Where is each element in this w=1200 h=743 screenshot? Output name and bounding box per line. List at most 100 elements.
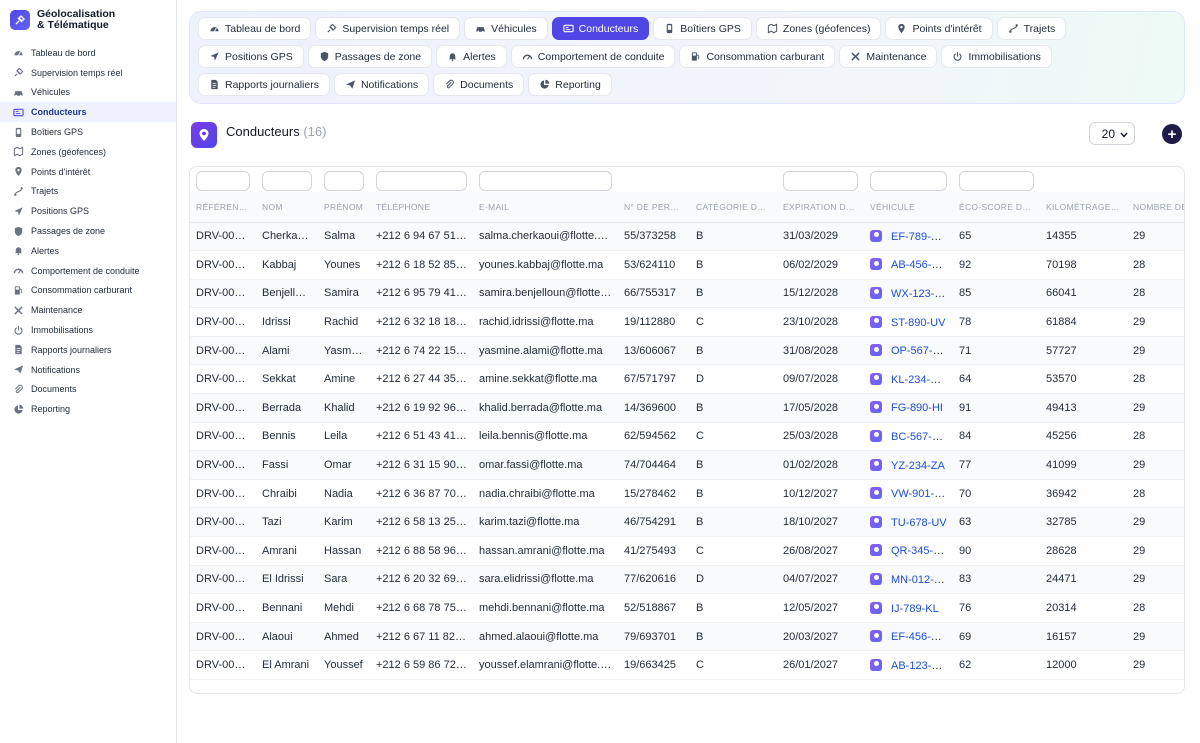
sidebar-item-tableau-de-bord[interactable]: Tableau de bord xyxy=(0,43,176,63)
tab-points-d-interet[interactable]: Points d'intérêt xyxy=(885,17,993,40)
table-row[interactable]: DRV-00112 Alami Yasmine +212 6 74 22 15 10 y… xyxy=(190,336,1184,366)
sidebar-item-documents[interactable]: Documents xyxy=(0,380,176,400)
vehicle-plate-link[interactable]: AB-123-CD xyxy=(891,660,947,672)
table-row[interactable]: DRV-00111 Sekkat Amine +212 6 27 44 35 20 am… xyxy=(190,364,1184,395)
tab-notifications[interactable]: Notifications xyxy=(333,73,430,96)
driver-reference-link[interactable]: DRV-00106 xyxy=(190,507,256,538)
column-header[interactable]: RÉFÉRENCE xyxy=(190,192,256,223)
driver-reference-link[interactable]: DRV-00105 xyxy=(190,536,256,566)
table-row[interactable]: DRV-00102 Alaoui Ahmed +212 6 67 11 82 65 ah… xyxy=(190,622,1184,652)
vehicle-plate-link[interactable]: ST-890-UV xyxy=(891,317,945,329)
column-filter-input[interactable] xyxy=(262,171,312,191)
table-row[interactable]: DRV-00106 Tazi Karim +212 6 58 13 25 99 kari… xyxy=(190,507,1184,538)
driver-reference-link[interactable]: DRV-00114 xyxy=(190,279,256,309)
driver-reference-link[interactable]: DRV-00102 xyxy=(190,622,256,652)
sidebar-item-supervision-temps-reel[interactable]: Supervision temps réel xyxy=(0,63,176,83)
sidebar-item-vehicules[interactable]: Véhicules xyxy=(0,83,176,103)
tab-vehicules[interactable]: Véhicules xyxy=(464,17,548,40)
sidebar-item-passages-de-zone[interactable]: Passages de zone xyxy=(0,221,176,241)
sidebar-item-points-d-interet[interactable]: Points d'intérêt xyxy=(0,162,176,182)
column-filter-input[interactable] xyxy=(324,171,364,191)
vehicle-plate-link[interactable]: VW-901-XY xyxy=(891,488,949,500)
column-header[interactable]: ÉCO-SCORE DE CONDUITE xyxy=(953,192,1040,223)
sidebar-item-conducteurs[interactable]: Conducteurs xyxy=(0,102,176,123)
sidebar-item-boitiers-gps[interactable]: Boîtiers GPS xyxy=(0,122,176,142)
column-filter-input[interactable] xyxy=(376,171,467,191)
sidebar-item-rapports-journaliers[interactable]: Rapports journaliers xyxy=(0,340,176,360)
driver-reference-link[interactable]: DRV-00116 xyxy=(190,222,256,252)
column-filter-input[interactable] xyxy=(479,171,612,191)
vehicle-plate-link[interactable]: QR-345-ST xyxy=(891,545,947,557)
tab-consommation-carburant[interactable]: Consommation carburant xyxy=(679,45,836,68)
driver-reference-link[interactable]: DRV-00113 xyxy=(190,307,256,337)
tab-documents[interactable]: Documents xyxy=(433,73,525,96)
column-filter-input[interactable] xyxy=(959,171,1034,191)
driver-reference-link[interactable]: DRV-00109 xyxy=(190,422,256,452)
sidebar-item-notifications[interactable]: Notifications xyxy=(0,360,176,380)
vehicle-plate-link[interactable]: YZ-234-ZA xyxy=(891,460,945,472)
per-page-select[interactable]: 20 xyxy=(1089,122,1135,145)
table-row[interactable]: DRV-00110 Berrada Khalid +212 6 19 92 96 31… xyxy=(190,393,1184,423)
tab-passages-de-zone[interactable]: Passages de zone xyxy=(307,45,433,68)
table-row[interactable]: DRV-00103 Bennani Mehdi +212 6 68 78 75 36 m… xyxy=(190,593,1184,623)
tab-alertes[interactable]: Alertes xyxy=(436,45,507,68)
tab-rapports-journaliers[interactable]: Rapports journaliers xyxy=(198,73,330,96)
sidebar-item-positions-gps[interactable]: Positions GPS xyxy=(0,201,176,221)
vehicle-plate-link[interactable]: EF-789-GH xyxy=(891,231,947,243)
tab-positions-gps[interactable]: Positions GPS xyxy=(198,45,304,68)
tab-trajets[interactable]: Trajets xyxy=(996,17,1067,40)
driver-reference-link[interactable]: DRV-00115 xyxy=(190,250,256,280)
driver-reference-link[interactable]: DRV-00107 xyxy=(190,479,256,509)
table-row[interactable]: DRV-00107 Chraibi Nadia +212 6 36 87 70 27 n… xyxy=(190,479,1184,509)
tab-boitiers-gps[interactable]: Boîtiers GPS xyxy=(653,17,752,40)
tab-comportement-de-conduite[interactable]: Comportement de conduite xyxy=(510,45,676,68)
tab-tableau-de-bord[interactable]: Tableau de bord xyxy=(198,17,312,40)
table-row[interactable]: DRV-00115 Kabbaj Younes +212 6 18 52 85 46 y… xyxy=(190,250,1184,280)
table-row[interactable]: DRV-00116 Cherkaoui Salma +212 6 94 67 51 5… xyxy=(190,222,1184,252)
driver-reference-link[interactable]: DRV-00103 xyxy=(190,593,256,623)
table-row[interactable]: DRV-00114 Benjelloun Samira +212 6 95 79 41… xyxy=(190,279,1184,309)
tab-immobilisations[interactable]: Immobilisations xyxy=(941,45,1052,68)
column-filter-input[interactable] xyxy=(783,171,858,191)
driver-reference-link[interactable]: DRV-00101 xyxy=(190,650,256,680)
sidebar-item-trajets[interactable]: Trajets xyxy=(0,182,176,202)
vehicle-plate-link[interactable]: EF-456-GH xyxy=(891,631,947,643)
vehicle-plate-link[interactable]: TU-678-UV xyxy=(891,517,947,529)
column-header[interactable]: CATÉGORIE DE PERMIS xyxy=(690,192,777,223)
vehicle-plate-link[interactable]: IJ-789-KL xyxy=(891,603,939,615)
table-row[interactable]: DRV-00113 Idrissi Rachid +212 6 32 18 18 52… xyxy=(190,307,1184,337)
sidebar-item-alertes[interactable]: Alertes xyxy=(0,241,176,261)
driver-reference-link[interactable]: DRV-00108 xyxy=(190,450,256,480)
tab-supervision-temps-reel[interactable]: Supervision temps réel xyxy=(315,17,461,40)
table-row[interactable]: DRV-00104 El Idrissi Sara +212 6 20 32 69 5… xyxy=(190,565,1184,595)
vehicle-plate-link[interactable]: BC-567-DE xyxy=(891,431,947,443)
column-header[interactable]: VÉHICULE xyxy=(864,192,953,223)
vehicle-plate-link[interactable]: KL-234-MN xyxy=(891,374,947,386)
column-header[interactable]: PRÉNOM xyxy=(318,192,370,223)
driver-reference-link[interactable]: DRV-00112 xyxy=(190,336,256,366)
driver-reference-link[interactable]: DRV-00104 xyxy=(190,565,256,595)
column-header[interactable]: EXPIRATION DU PERMIS xyxy=(777,192,864,223)
column-filter-input[interactable] xyxy=(196,171,250,191)
vehicle-plate-link[interactable]: OP-567-QR xyxy=(891,345,949,357)
tab-maintenance[interactable]: Maintenance xyxy=(839,45,938,68)
tab-zones-geofences[interactable]: Zones (géofences) xyxy=(755,17,882,40)
table-row[interactable]: DRV-00109 Bennis Leila +212 6 51 43 41 79 le… xyxy=(190,422,1184,452)
vehicle-plate-link[interactable]: AB-456-CD xyxy=(891,259,947,271)
drivers-table-container[interactable]: RÉFÉRENCE NOM PRÉNOM TÉLÉPHONE E-MAIL N° DE P… xyxy=(189,166,1185,694)
column-header[interactable]: TÉLÉPHONE xyxy=(370,192,473,223)
column-header[interactable]: E-MAIL xyxy=(473,192,618,223)
tab-reporting[interactable]: Reporting xyxy=(528,73,612,96)
tab-conducteurs[interactable]: Conducteurs xyxy=(551,17,650,40)
driver-reference-link[interactable]: DRV-00110 xyxy=(190,393,256,423)
vehicle-plate-link[interactable]: MN-012-OP xyxy=(891,574,950,586)
column-filter-input[interactable] xyxy=(870,171,947,191)
column-header[interactable]: N° DE PERMIS xyxy=(618,192,690,223)
vehicle-plate-link[interactable]: FG-890-HI xyxy=(891,402,943,414)
column-header[interactable]: KILOMÉTRAGE TOTAL xyxy=(1040,192,1127,223)
sidebar-item-consommation-carburant[interactable]: Consommation carburant xyxy=(0,281,176,301)
sidebar-item-comportement-de-conduite[interactable]: Comportement de conduite xyxy=(0,261,176,281)
column-header[interactable]: NOM xyxy=(256,192,318,223)
column-header[interactable]: NOMBRE DE TRAJETS xyxy=(1127,192,1184,223)
add-driver-button[interactable]: + xyxy=(1162,124,1182,144)
